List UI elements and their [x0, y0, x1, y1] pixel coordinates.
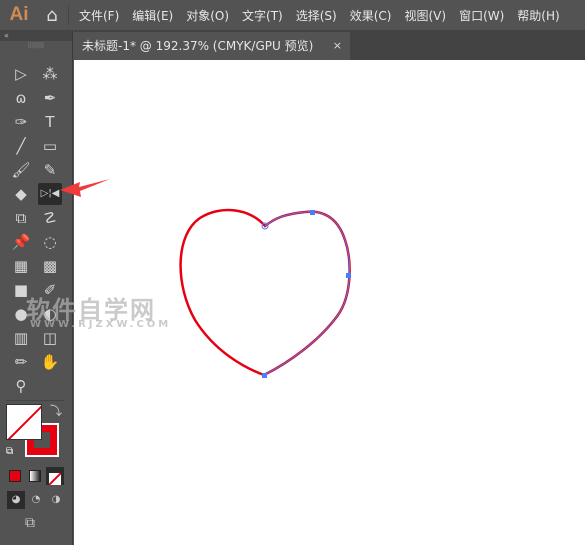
- pin-tool-icon[interactable]: 📌: [9, 231, 33, 253]
- selection-tool-icon[interactable]: ▷: [9, 63, 33, 85]
- close-icon[interactable]: ×: [333, 32, 342, 60]
- swap-colors-icon[interactable]: ⤵: [50, 402, 62, 419]
- shaper-tool-icon[interactable]: ✎: [38, 159, 62, 181]
- tab-title: 未标题-1* @ 192.37% (CMYK/GPU 预览): [82, 39, 314, 53]
- menu-window[interactable]: 窗口(W): [459, 7, 504, 24]
- document-tabs: 未标题-1* @ 192.37% (CMYK/GPU 预览) ×: [74, 30, 585, 60]
- gradient-mode-button[interactable]: [29, 470, 41, 482]
- menu-bar: Ai ⌂ 文件(F) 编辑(E) 对象(O) 文字(T) 选择(S) 效果(C)…: [0, 0, 585, 30]
- draw-inside-icon[interactable]: ◑: [47, 491, 65, 509]
- paintbrush-tool-icon[interactable]: 🖌: [9, 159, 33, 181]
- anchor-point: [346, 273, 351, 278]
- scale-tool-icon[interactable]: ⧉: [9, 207, 33, 229]
- draw-normal-icon[interactable]: ◕: [7, 491, 25, 509]
- menu-view[interactable]: 视图(V): [404, 7, 446, 24]
- draw-behind-icon[interactable]: ◔: [27, 491, 45, 509]
- magic-wand-tool-icon[interactable]: ⁂: [38, 63, 62, 85]
- divider: [6, 400, 64, 401]
- hand-tool-icon[interactable]: ✋: [38, 351, 62, 373]
- panel-grip[interactable]: ||||||||: [0, 41, 72, 51]
- watermark-url: WWW.RJZXW.COM: [30, 319, 172, 330]
- fill-swatch[interactable]: [6, 404, 42, 440]
- slice-tool-icon[interactable]: ✏: [9, 351, 33, 373]
- anchor-point: [310, 210, 315, 215]
- app-logo: Ai: [9, 4, 29, 25]
- type-tool-icon[interactable]: T: [38, 111, 62, 133]
- menu-file[interactable]: 文件(F): [79, 7, 119, 24]
- tab-document[interactable]: 未标题-1* @ 192.37% (CMYK/GPU 预览) ×: [74, 32, 350, 60]
- red-arrow-annotation: [60, 176, 112, 202]
- artboard-tool-icon[interactable]: ◫: [38, 327, 62, 349]
- anchor-point: [262, 373, 267, 378]
- menu-help[interactable]: 帮助(H): [517, 7, 559, 24]
- shape-builder-tool-icon[interactable]: ◌: [38, 231, 62, 253]
- column-graph-tool-icon[interactable]: ▥: [9, 327, 33, 349]
- default-colors-icon[interactable]: ⧉: [6, 446, 13, 457]
- screen-mode-icon[interactable]: ⧉: [25, 515, 35, 531]
- reflect-tool-icon[interactable]: ▷¦◀: [38, 183, 62, 205]
- none-mode-button[interactable]: [46, 467, 64, 486]
- menu-select[interactable]: 选择(S): [296, 7, 337, 24]
- tools-panel: « |||||||| ▷ ⁂ ɷ ✒ ✑ T ╱ ▭ 🖌 ✎ ◆ ▷¦◀ ⧉ ☡ 📌 ◌ ▦ ▩ ■ ✐ ● ◐ ▥ ◫ ✏ ✋ ⚲…: [0, 30, 73, 545]
- menu-object[interactable]: 对象(O): [186, 7, 229, 24]
- eraser-tool-icon[interactable]: ◆: [9, 183, 33, 205]
- mesh-tool-icon[interactable]: ▩: [38, 255, 62, 277]
- menu-effect[interactable]: 效果(C): [350, 7, 392, 24]
- puppet-warp-tool-icon[interactable]: ☡: [38, 207, 62, 229]
- collapse-button[interactable]: «: [0, 30, 72, 41]
- perspective-grid-tool-icon[interactable]: ▦: [9, 255, 33, 277]
- color-mode-button[interactable]: [9, 470, 21, 482]
- divider: [68, 5, 69, 25]
- pen-tool-icon[interactable]: ✒: [38, 87, 62, 109]
- menu-edit[interactable]: 编辑(E): [132, 7, 173, 24]
- home-icon[interactable]: ⌂: [38, 5, 66, 26]
- menu-type[interactable]: 文字(T): [242, 7, 283, 24]
- line-segment-tool-icon[interactable]: ╱: [9, 135, 33, 157]
- lasso-tool-icon[interactable]: ɷ: [9, 87, 33, 109]
- curvature-tool-icon[interactable]: ✑: [9, 111, 33, 133]
- zoom-tool-icon[interactable]: ⚲: [9, 375, 33, 397]
- rectangle-tool-icon[interactable]: ▭: [38, 135, 62, 157]
